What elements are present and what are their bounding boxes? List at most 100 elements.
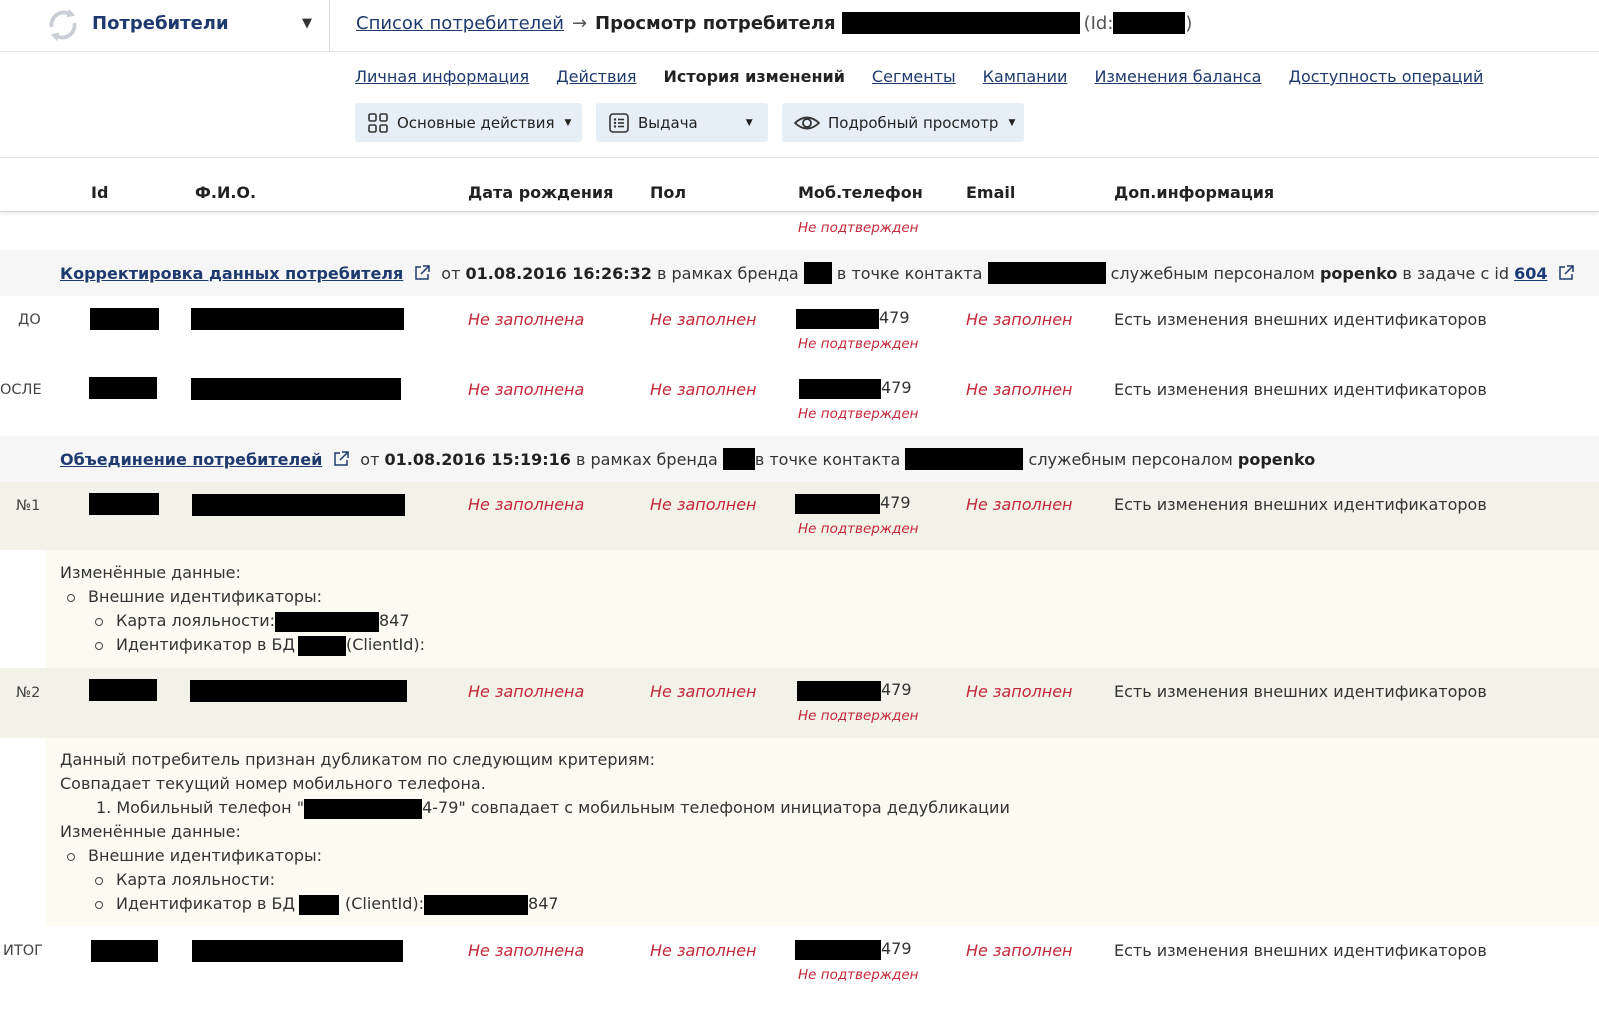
- column-extra[interactable]: Доп.информация: [1114, 183, 1274, 202]
- column-phone[interactable]: Моб.телефон: [798, 183, 923, 202]
- item-prefix: 1. Мобильный телефон ": [96, 798, 305, 817]
- email-value: Не заполнен: [966, 310, 1073, 329]
- email-value: Не заполнен: [966, 682, 1073, 701]
- issue-button[interactable]: Выдача ▼: [596, 103, 768, 142]
- extra-value: Есть изменения внешних идентификаторов: [1114, 380, 1487, 399]
- column-birth[interactable]: Дата рождения: [468, 183, 613, 202]
- phone-status: Не подтвержден: [798, 708, 919, 724]
- loyalty-card-item: Карта лояльности:: [60, 868, 1599, 892]
- birth-value: Не заполнена: [468, 941, 585, 960]
- gender-value: Не заполнен: [650, 380, 757, 399]
- external-link-icon[interactable]: [332, 450, 350, 468]
- event-title-link[interactable]: Корректировка данных потребителя: [60, 264, 403, 283]
- tab-segments[interactable]: Сегменты: [872, 67, 956, 86]
- issue-label: Выдача: [638, 113, 698, 132]
- table-header: Id Ф.И.О. Дата рождения Пол Моб.телефон …: [0, 157, 1599, 212]
- staff-name: popenko: [1237, 449, 1316, 469]
- phone-status: Не подтвержден: [798, 220, 919, 236]
- criteria-item: 1. Мобильный телефон " 4-79" совпадает с …: [60, 796, 1599, 820]
- ext-ids-item: Внешние идентификаторы:: [60, 585, 1599, 609]
- tab-actions[interactable]: Действия: [556, 67, 636, 86]
- brand-text: в рамках бренда: [575, 449, 718, 469]
- redacted-fio: [192, 940, 403, 962]
- caret-down-icon: ▼: [1008, 117, 1016, 128]
- tab-personal-info[interactable]: Личная информация: [355, 67, 529, 86]
- db-id-label: Идентификатор в БД: [116, 894, 295, 913]
- top-bar: Потребители ▼ Список потребителей → Прос…: [0, 0, 1599, 52]
- birth-value: Не заполнена: [468, 682, 585, 701]
- event-title-link[interactable]: Объединение потребителей: [60, 450, 322, 469]
- extra-value: Есть изменения внешних идентификаторов: [1114, 310, 1487, 329]
- phone-suffix: 479: [881, 939, 912, 958]
- external-link-icon[interactable]: [413, 264, 431, 282]
- loyalty-suffix: 847: [378, 611, 410, 630]
- phone-value: 479: [799, 378, 912, 399]
- redacted-id: [90, 308, 159, 330]
- breadcrumb-link-consumers[interactable]: Список потребителей: [356, 13, 564, 34]
- tab-balance-changes[interactable]: Изменения баланса: [1094, 67, 1261, 86]
- column-id[interactable]: Id: [91, 183, 108, 202]
- tab-bar: Личная информация Действия История измен…: [355, 67, 1510, 86]
- client-suffix: 847: [528, 894, 559, 913]
- caret-down-icon: ▼: [564, 117, 572, 128]
- loyalty-card-item: Карта лояльности: 847: [60, 609, 1599, 633]
- tab-change-history[interactable]: История изменений: [663, 67, 844, 86]
- phone-value: 479: [795, 939, 912, 960]
- table-row-before: ДО Не заполнена Не заполнен 479 Не подтв…: [0, 306, 1599, 364]
- extra-value: Есть изменения внешних идентификаторов: [1114, 682, 1487, 701]
- staff-text: служебным персоналом: [1110, 263, 1315, 283]
- phone-value: 479: [797, 680, 912, 701]
- row-label: ДО: [18, 312, 41, 328]
- detailed-view-button[interactable]: Подробный просмотр ▼: [782, 103, 1024, 142]
- section-selector[interactable]: Потребители ▼: [0, 0, 330, 52]
- redacted-id: [89, 679, 157, 701]
- phone-status: Не подтвержден: [798, 406, 919, 422]
- redacted-id: [89, 493, 159, 515]
- extra-value: Есть изменения внешних идентификаторов: [1114, 941, 1487, 960]
- main-actions-button[interactable]: Основные действия ▼: [355, 103, 582, 142]
- row-label: ОСЛЕ: [0, 382, 42, 398]
- phone-suffix: 479: [880, 493, 911, 512]
- loyalty-card-label: Карта лояльности:: [116, 611, 275, 630]
- redacted-brand: [803, 262, 832, 284]
- section-title: Потребители: [92, 13, 229, 34]
- gender-value: Не заполнен: [650, 310, 757, 329]
- redacted-db: [297, 635, 346, 656]
- detailed-view-label: Подробный просмотр: [828, 113, 999, 132]
- gender-value: Не заполнен: [650, 682, 757, 701]
- redacted-name: [841, 12, 1080, 34]
- event-datetime: 01.08.2016 15:19:16: [384, 449, 571, 469]
- email-value: Не заполнен: [966, 495, 1073, 514]
- phone-value: 479: [796, 308, 910, 329]
- contact-text: в точке контакта: [836, 263, 983, 283]
- redacted-fio: [190, 680, 407, 702]
- staff-name: popenko: [1319, 263, 1398, 283]
- phone-suffix: 479: [881, 378, 912, 397]
- tab-campaigns[interactable]: Кампании: [983, 67, 1068, 86]
- table-row-n1: №1 Не заполнена Не заполнен 479 Не подтв…: [0, 482, 1599, 550]
- column-gender[interactable]: Пол: [650, 183, 686, 202]
- details-n2: Данный потребитель признан дубликатом по…: [46, 738, 1599, 926]
- phone-status: Не подтвержден: [798, 967, 919, 983]
- list-icon: [609, 112, 629, 133]
- page-title: Просмотр потребителя: [595, 12, 836, 34]
- redacted-phone: [795, 939, 881, 960]
- gender-value: Не заполнен: [650, 495, 757, 514]
- chevron-down-icon[interactable]: ▼: [302, 16, 312, 31]
- tab-operations-availability[interactable]: Доступность операций: [1288, 67, 1483, 86]
- db-id-item: Идентификатор в БД (ClientId):: [60, 633, 1599, 657]
- client-id-label: (ClientId):: [344, 894, 425, 913]
- client-id-label: (ClientId):: [345, 635, 426, 654]
- redacted-fio: [191, 378, 401, 400]
- column-fio[interactable]: Ф.И.О.: [195, 183, 256, 202]
- redacted-contact: [905, 448, 1024, 470]
- phone-suffix: 479: [881, 680, 912, 699]
- task-id-link[interactable]: 604: [1514, 264, 1547, 283]
- breadcrumb: Список потребителей → Просмотр потребите…: [356, 12, 1192, 34]
- gender-value: Не заполнен: [650, 941, 757, 960]
- ext-ids-item: Внешние идентификаторы:: [60, 844, 1599, 868]
- column-email[interactable]: Email: [966, 183, 1015, 202]
- row-label: №2: [16, 685, 41, 701]
- redacted-phone: [797, 680, 881, 701]
- external-link-icon[interactable]: [1557, 264, 1575, 282]
